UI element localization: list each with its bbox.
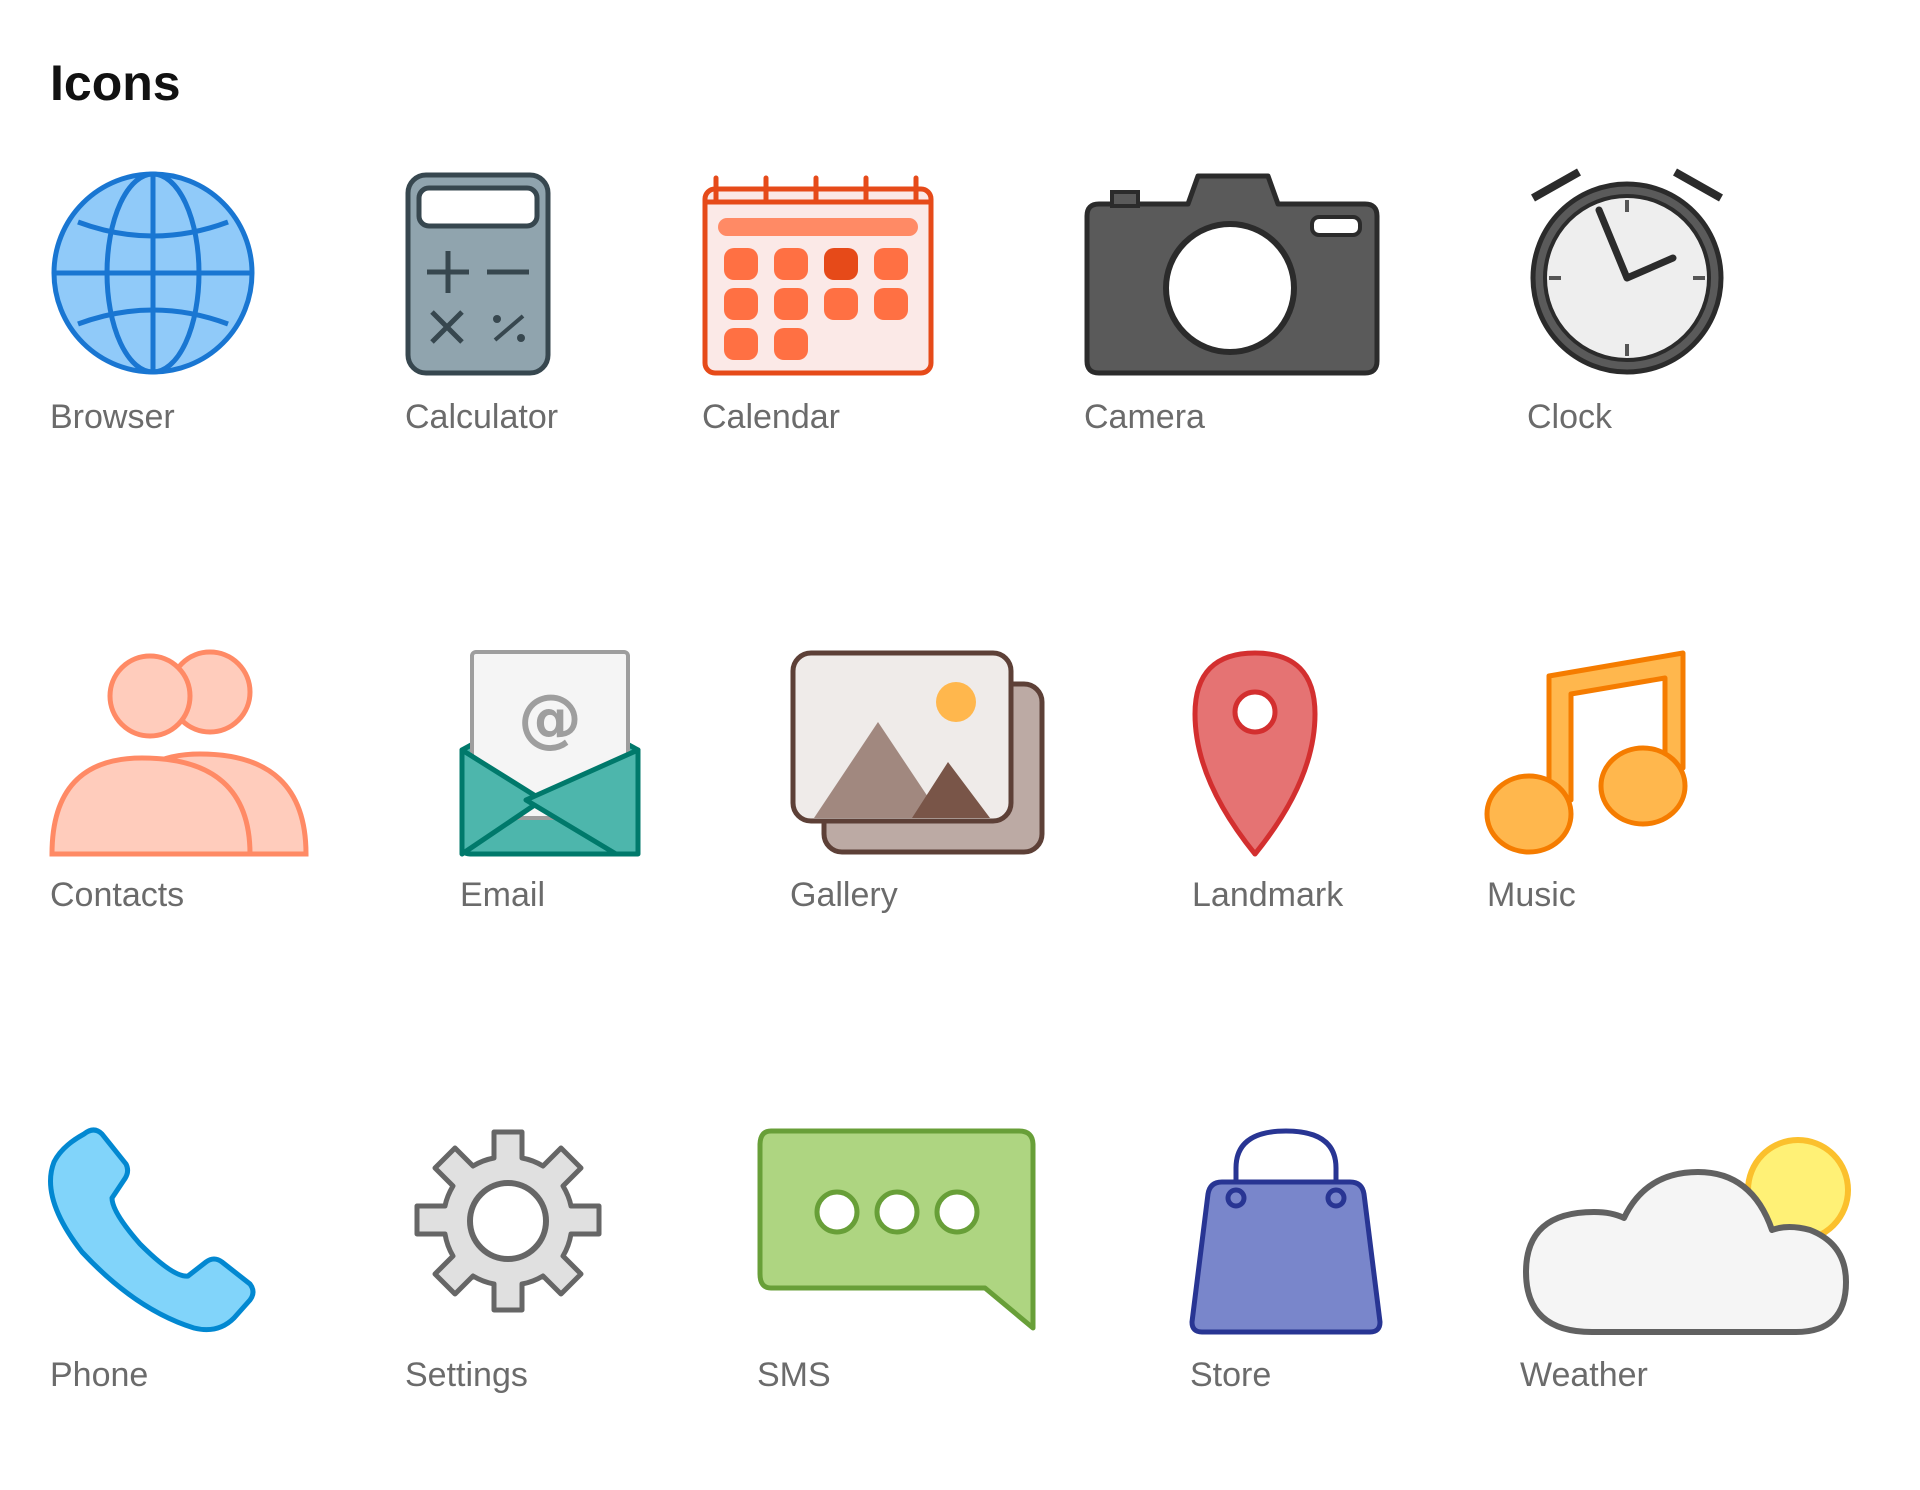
icon-label-settings: Settings [405,1356,528,1394]
music-note-icon [1484,650,1688,855]
icon-label-clock: Clock [1527,398,1613,436]
icon-label-music: Music [1487,876,1576,914]
calculator-icon [405,172,551,376]
cloud-sun-icon [1523,1137,1851,1335]
map-pin-icon [1192,650,1318,857]
app-icon-landmark[interactable]: Landmark [1192,650,1372,920]
app-icon-browser[interactable]: Browser [50,170,270,440]
app-icon-gallery[interactable]: Gallery [790,650,1060,920]
page-title: Icons [50,55,181,111]
phone-handset-icon [48,1127,256,1333]
app-icon-settings[interactable]: Settings [405,1128,625,1398]
at-symbol-icon: @ [518,682,582,756]
picture-icon [790,650,1045,855]
app-icon-clock[interactable]: Clock [1527,168,1747,440]
icon-label-phone: Phone [50,1356,149,1394]
icon-label-weather: Weather [1520,1356,1648,1394]
icon-label-landmark: Landmark [1192,876,1344,914]
camera-icon [1084,173,1380,376]
people-icon [49,649,309,857]
app-icon-store[interactable]: Store [1189,1128,1410,1398]
app-icon-sms[interactable]: SMS [757,1128,1047,1398]
app-icon-music[interactable]: Music [1484,650,1707,920]
icon-label-gallery: Gallery [790,876,898,914]
icon-label-browser: Browser [50,398,175,436]
app-icon-contacts[interactable]: Contacts [49,649,320,920]
alarm-clock-icon [1530,168,1724,375]
calendar-icon [702,175,934,376]
icon-label-store: Store [1190,1356,1272,1394]
icon-label-email: Email [460,876,546,914]
icon-label-contacts: Contacts [50,876,185,914]
app-icon-phone[interactable]: Phone [48,1127,270,1398]
app-icon-weather[interactable]: Weather [1520,1128,1860,1398]
app-icon-camera[interactable]: Camera [1084,170,1384,440]
shopping-bag-icon [1189,1128,1383,1335]
app-icon-calculator[interactable]: Calculator [405,170,585,440]
icon-label-calendar: Calendar [702,398,840,436]
gear-icon [414,1129,602,1313]
chat-bubble-icon [757,1128,1036,1331]
app-icon-email[interactable]: @ Email [459,650,660,920]
envelope-icon: @ [459,650,641,857]
icon-label-calculator: Calculator [405,398,559,436]
icon-label-camera: Camera [1084,398,1205,436]
globe-icon [51,171,255,375]
app-icon-calendar[interactable]: Calendar [702,170,942,440]
icon-label-sms: SMS [757,1356,831,1394]
